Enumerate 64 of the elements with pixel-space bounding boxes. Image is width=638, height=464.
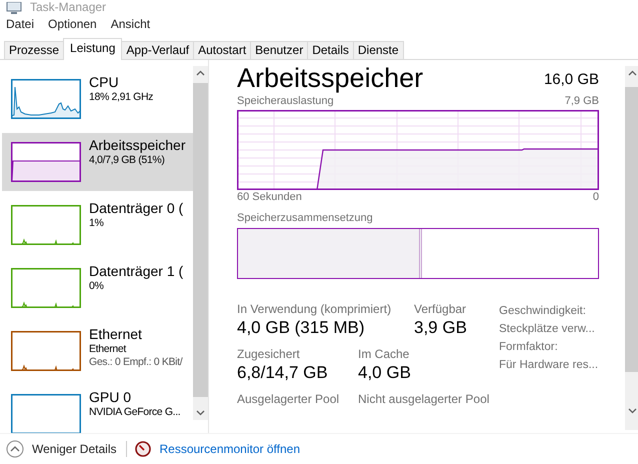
chart-label: Speicherauslastung xyxy=(237,94,334,108)
item-name: Arbeitsspeicher xyxy=(89,137,186,154)
sidebar-item[interactable]: CPU 18% 2,91 GHz xyxy=(0,70,193,128)
item-name: Ethernet xyxy=(89,326,143,343)
item-name: GPU 0 xyxy=(89,389,132,406)
item-detail: NVIDIA GeForce G... xyxy=(89,406,180,419)
property-label: Geschwindigkeit: xyxy=(499,304,587,319)
property-label: Formfaktor: xyxy=(499,340,559,355)
gauge-icon[interactable] xyxy=(135,441,152,457)
collapse-icon[interactable] xyxy=(6,440,24,458)
item-detail: 1% xyxy=(89,217,104,230)
usage-graph xyxy=(11,205,81,245)
stat-label: Ausgelagerter Pool xyxy=(237,392,340,407)
total-memory: 16,0 GB xyxy=(544,70,599,90)
item-detail: Ges.: 0 Empf.: 0 KBit/ xyxy=(89,356,182,369)
item-detail: 4,0/7,9 GB (51%) xyxy=(89,154,166,167)
sidebar-item[interactable]: Arbeitsspeicher 4,0/7,9 GB (51%) xyxy=(2,133,193,191)
tab[interactable]: App-Verlauf xyxy=(121,41,194,59)
tab[interactable]: Details xyxy=(307,41,354,59)
less-details-button[interactable]: Weniger Details xyxy=(32,442,116,456)
sidebar-item[interactable]: GPU 0 NVIDIA GeForce G... xyxy=(0,385,193,433)
stat-label: In Verwendung (komprimiert) xyxy=(237,302,392,317)
usage-graph xyxy=(11,142,81,182)
stat-value: 4,0 GB xyxy=(358,362,411,384)
sidebar-item[interactable]: Datenträger 1 ( 0% xyxy=(0,259,193,317)
property-label: Für Hardware res... xyxy=(499,358,598,373)
item-detail: 0% xyxy=(89,280,104,293)
tab[interactable]: Benutzer xyxy=(250,41,308,59)
stat-value: 4,0 GB (315 MB) xyxy=(237,317,366,339)
item-detail: Ethernet xyxy=(89,343,128,356)
item-detail: 18% 2,91 GHz xyxy=(89,91,154,104)
tab[interactable]: Prozesse xyxy=(4,41,64,59)
tab[interactable]: Autostart xyxy=(193,41,252,59)
stat-value: 3,9 GB xyxy=(414,317,467,339)
time-label: 0 xyxy=(592,190,599,204)
item-name: CPU xyxy=(89,74,120,91)
resource-monitor-link[interactable]: Ressourcenmonitor öffnen xyxy=(159,442,300,456)
property-label: Steckplätze verw... xyxy=(499,322,596,337)
stat-label: Nicht ausgelagerter Pool xyxy=(358,392,490,407)
monitor-icon xyxy=(6,2,22,14)
section-title: Arbeitsspeicher xyxy=(237,62,424,94)
stat-label: Verfügbar xyxy=(414,302,467,317)
usage-graph xyxy=(11,79,81,119)
chart-max: 7,9 GB xyxy=(564,94,599,108)
chart-label: Speicherzusammensetzung xyxy=(237,211,374,225)
sidebar-item[interactable]: Datenträger 0 ( 1% xyxy=(0,196,193,254)
menu-item[interactable]: Datei xyxy=(6,16,34,36)
scrollbar[interactable] xyxy=(625,66,638,430)
sidebar-item[interactable]: Ethernet Ethernet Ges.: 0 Empf.: 0 KBit/ xyxy=(0,322,193,380)
tab[interactable]: Dienste xyxy=(352,41,404,59)
item-name: Datenträger 1 ( xyxy=(89,263,184,280)
scrollbar[interactable] xyxy=(193,66,208,420)
time-label: 60 Sekunden xyxy=(237,190,302,204)
stat-value: 6,8/14,7 GB xyxy=(237,362,329,384)
menu-item[interactable]: Optionen xyxy=(48,16,97,36)
menu-item[interactable]: Ansicht xyxy=(110,16,150,36)
usage-graph xyxy=(11,394,81,433)
item-name: Datenträger 0 ( xyxy=(89,200,184,217)
usage-graph xyxy=(11,268,81,308)
stat-label: Zugesichert xyxy=(237,347,301,362)
usage-graph xyxy=(11,331,81,371)
stat-label: Im Cache xyxy=(358,347,410,362)
tab[interactable]: Leistung xyxy=(63,38,122,60)
window-title: Task-Manager xyxy=(30,1,106,14)
